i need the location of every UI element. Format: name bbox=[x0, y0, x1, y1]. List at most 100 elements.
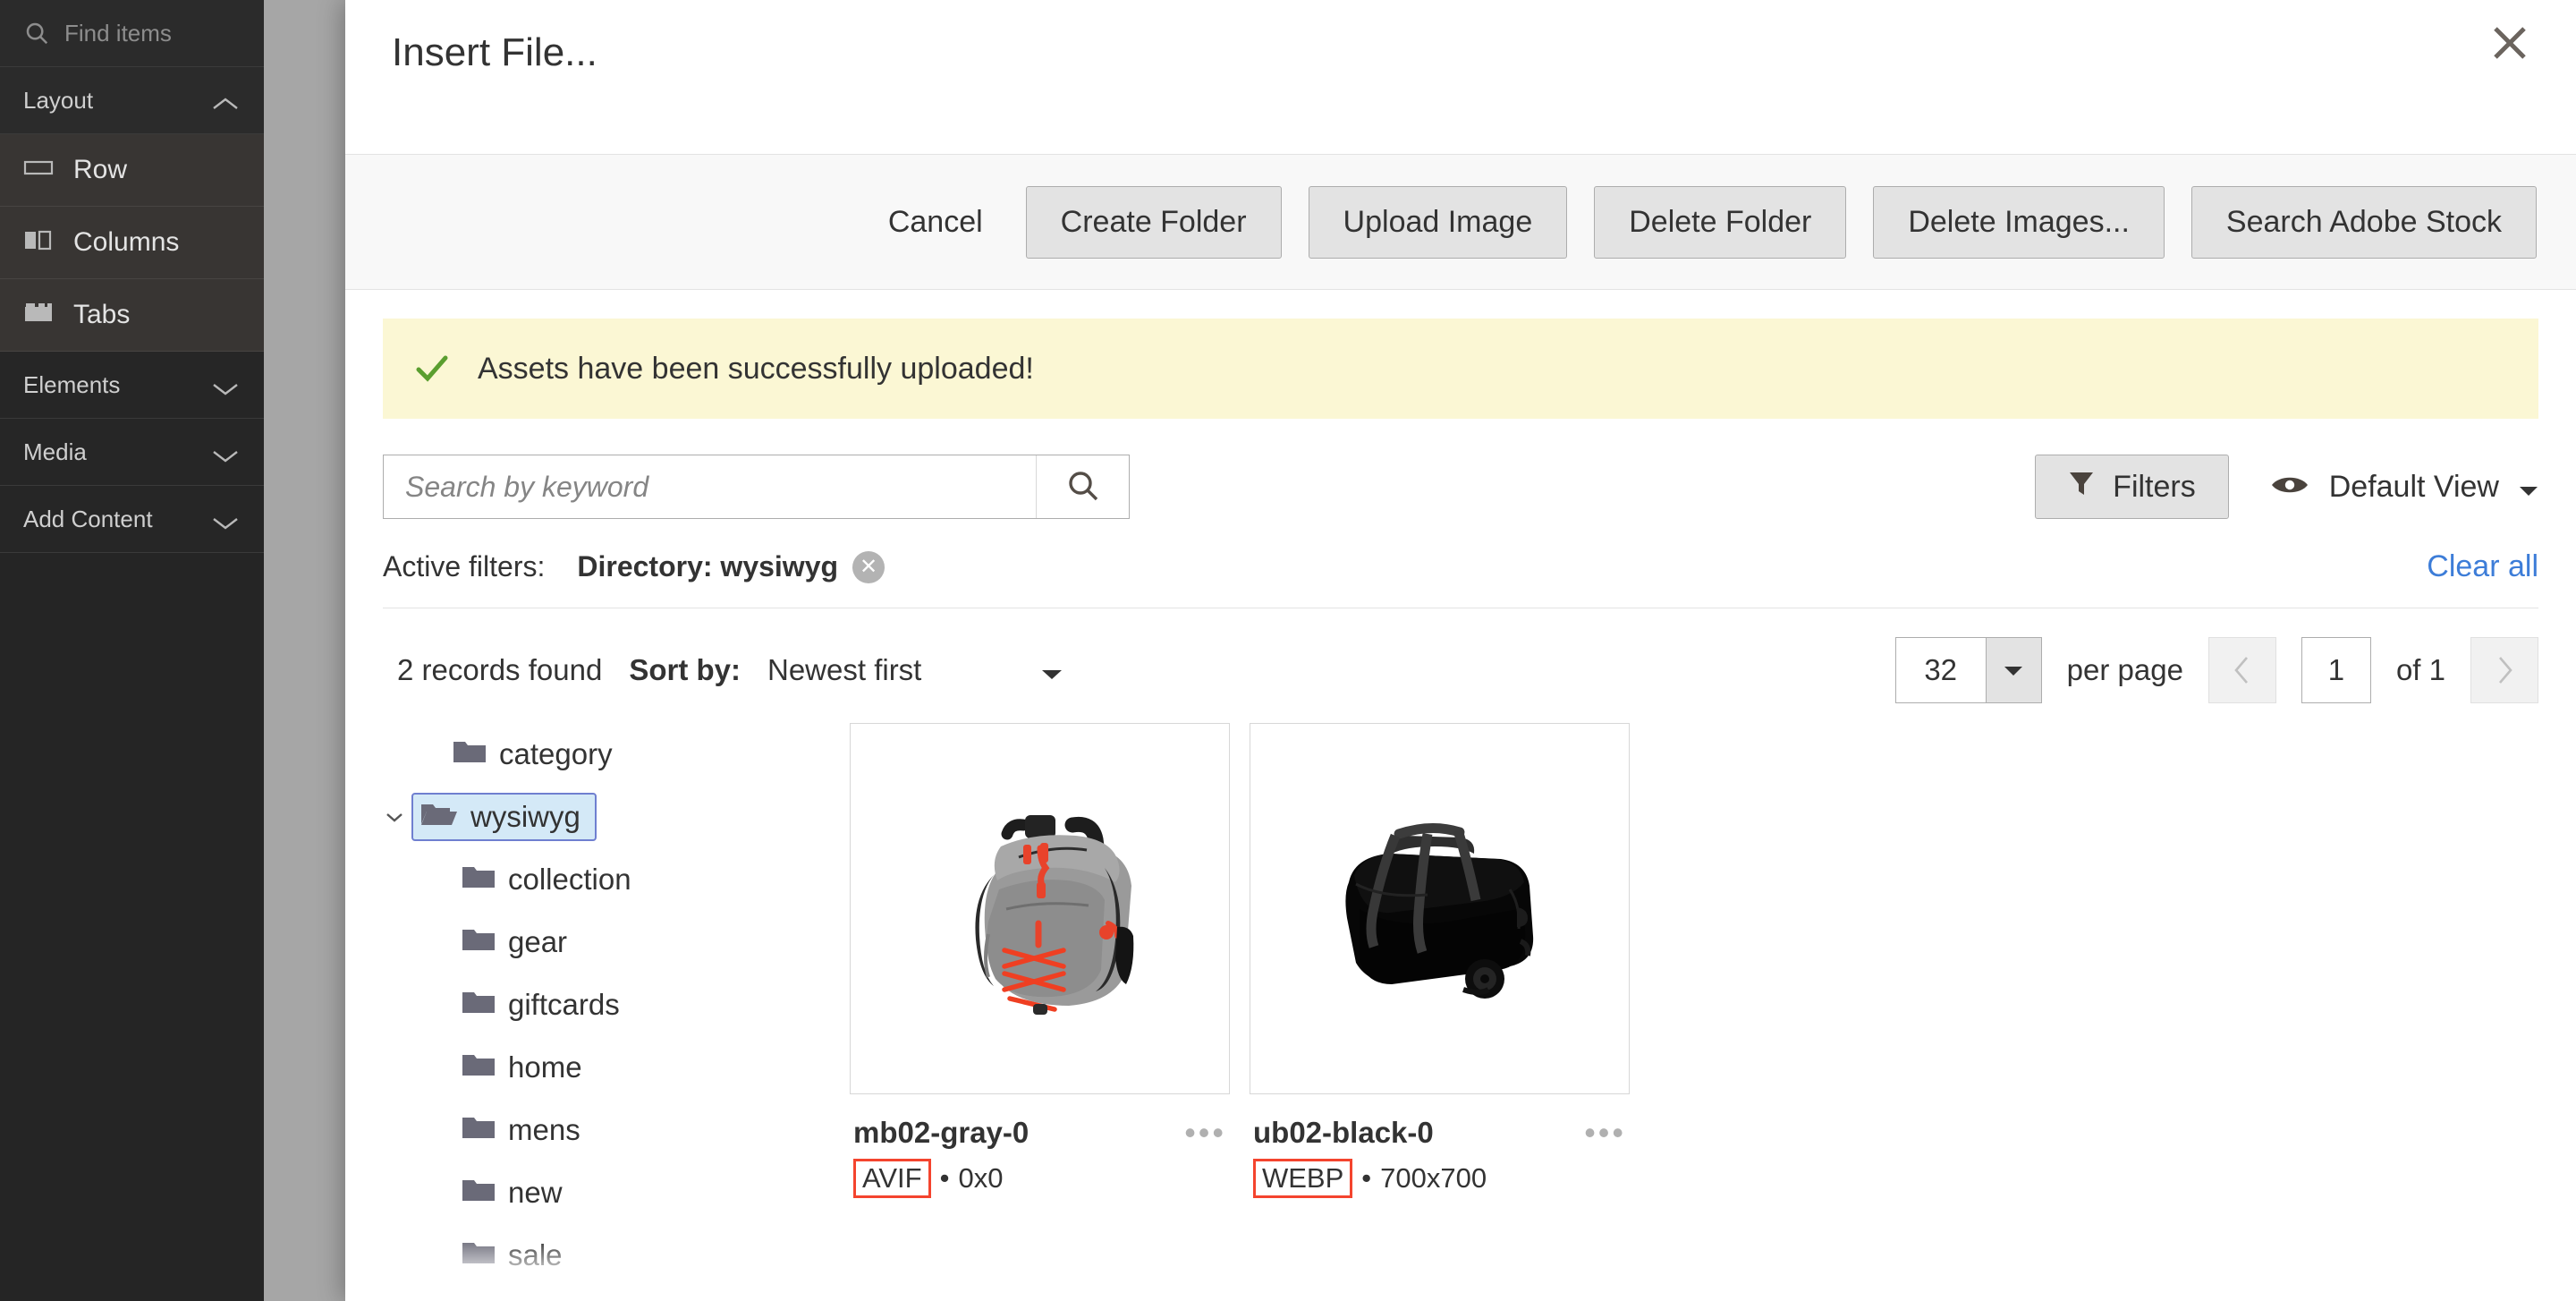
per-page-select[interactable]: 32 bbox=[1894, 637, 2042, 703]
delete-images-button[interactable]: Delete Images... bbox=[1873, 185, 2165, 259]
sidebar-group-label: Media bbox=[23, 438, 87, 465]
chevron-down-icon bbox=[1041, 653, 1063, 687]
tree-node-label: gear bbox=[508, 925, 568, 958]
asset-dimensions: 0x0 bbox=[958, 1161, 1004, 1194]
sidebar-group-elements[interactable]: Elements bbox=[0, 352, 264, 419]
tree-node-label: collection bbox=[508, 863, 631, 896]
sidebar-item-tabs[interactable]: Tabs bbox=[0, 279, 264, 352]
tree-node-category[interactable]: category bbox=[377, 723, 837, 786]
tree-node-inner: collection bbox=[454, 857, 646, 902]
asset-format: AVIF bbox=[853, 1159, 931, 1198]
asset-subtitle: AVIF • 0x0 bbox=[853, 1159, 1226, 1198]
results-controls-row: 2 records found Sort by: Newest first 32… bbox=[383, 637, 2538, 703]
funnel-icon bbox=[2068, 469, 2095, 506]
chevron-down-icon[interactable] bbox=[1985, 638, 2041, 702]
tree-node-label: giftcards bbox=[508, 988, 620, 1021]
active-filters-left: Active filters: Directory: wysiwyg ✕ bbox=[383, 550, 886, 583]
search-adobe-stock-button[interactable]: Search Adobe Stock bbox=[2190, 185, 2537, 259]
tree-node-gear[interactable]: gear bbox=[377, 911, 837, 974]
tree-node-label: sale bbox=[508, 1238, 563, 1271]
page-number-input[interactable]: 1 bbox=[2301, 637, 2371, 703]
folder-icon bbox=[462, 988, 496, 1022]
page-total-label: of 1 bbox=[2395, 653, 2445, 686]
sidebar-group-label: Layout bbox=[23, 86, 94, 114]
search-input[interactable] bbox=[384, 455, 1036, 518]
sidebar-group-add-content[interactable]: Add Content bbox=[0, 486, 264, 553]
results-controls-left: 2 records found Sort by: Newest first bbox=[383, 653, 1063, 687]
tree-node-training[interactable]: training bbox=[377, 1287, 837, 1301]
asset-format: WEBP bbox=[1253, 1159, 1353, 1198]
prev-page-button[interactable] bbox=[2207, 637, 2276, 703]
sidebar-item-row[interactable]: Row bbox=[0, 134, 264, 207]
sidebar-group-media[interactable]: Media bbox=[0, 419, 264, 486]
sidebar-search[interactable]: Find items bbox=[0, 0, 264, 67]
asset-dimensions: 700x700 bbox=[1380, 1161, 1487, 1194]
success-message-text: Assets have been successfully uploaded! bbox=[478, 351, 1034, 386]
chevron-up-icon bbox=[210, 91, 241, 109]
clear-all-link[interactable]: Clear all bbox=[2427, 549, 2538, 584]
tree-node-sale[interactable]: sale bbox=[377, 1224, 837, 1287]
tree-node-inner: home bbox=[454, 1045, 597, 1090]
close-circle-icon[interactable]: ✕ bbox=[852, 550, 886, 583]
tree-node-inner: mens bbox=[454, 1108, 595, 1152]
per-page-value: 32 bbox=[1895, 638, 1986, 702]
tree-node-home[interactable]: home bbox=[377, 1036, 837, 1099]
insert-file-modal: Insert File... Cancel Create Folder Uplo… bbox=[345, 0, 2576, 1301]
tree-node-inner: sale bbox=[454, 1233, 577, 1278]
tree-node-label: home bbox=[508, 1050, 582, 1084]
tree-node-label: category bbox=[499, 737, 613, 770]
tree-node-wysiwyg[interactable]: wysiwyg bbox=[377, 786, 837, 848]
search-icon bbox=[23, 20, 50, 47]
filters-button[interactable]: Filters bbox=[2035, 455, 2229, 519]
view-select[interactable]: Default View bbox=[2270, 470, 2538, 505]
chevron-down-icon bbox=[210, 376, 241, 395]
sort-select[interactable]: Newest first bbox=[767, 653, 1063, 687]
tree-node-label: new bbox=[508, 1176, 563, 1209]
search-submit-button[interactable] bbox=[1036, 455, 1129, 518]
search-box bbox=[383, 455, 1130, 519]
asset-card: ub02-black-0 ••• WEBP • 700x700 bbox=[1250, 723, 1630, 1198]
sidebar-group-label: Elements bbox=[23, 370, 121, 398]
folder-icon bbox=[462, 1050, 496, 1084]
tree-node-label: mens bbox=[508, 1113, 580, 1146]
sidebar-group-layout[interactable]: Layout bbox=[0, 67, 264, 134]
upload-image-button[interactable]: Upload Image bbox=[1308, 185, 1568, 259]
tree-node-collection[interactable]: collection bbox=[377, 848, 837, 911]
next-page-button[interactable] bbox=[2470, 637, 2538, 703]
sidebar-item-label: Row bbox=[73, 155, 128, 184]
tree-node-giftcards[interactable]: giftcards bbox=[377, 974, 837, 1036]
sidebar-item-label: Tabs bbox=[73, 300, 131, 329]
asset-name: ub02-black-0 bbox=[1253, 1116, 1434, 1149]
sidebar-item-columns[interactable]: Columns bbox=[0, 207, 264, 279]
folder-icon bbox=[462, 1113, 496, 1147]
tree-node-mens[interactable]: mens bbox=[377, 1099, 837, 1161]
asset-grid: mb02-gray-0 ••• AVIF • 0x0 ub02-black-0 … bbox=[837, 723, 2576, 1301]
asset-thumbnail[interactable] bbox=[850, 723, 1230, 1094]
sort-select-value: Newest first bbox=[767, 653, 922, 686]
folder-open-icon bbox=[420, 800, 458, 834]
asset-subtitle: WEBP • 700x700 bbox=[1253, 1159, 1626, 1198]
tree-node-new[interactable]: new bbox=[377, 1161, 837, 1224]
more-options-icon[interactable]: ••• bbox=[1184, 1114, 1226, 1152]
search-row: Filters Default View bbox=[383, 455, 2538, 519]
checkmark-icon bbox=[413, 350, 451, 387]
asset-thumbnail[interactable] bbox=[1250, 723, 1630, 1094]
create-folder-button[interactable]: Create Folder bbox=[1025, 185, 1282, 259]
asset-meta: ub02-black-0 ••• WEBP • 700x700 bbox=[1250, 1114, 1630, 1198]
sidebar-search-placeholder: Find items bbox=[64, 19, 172, 47]
chevron-down-icon[interactable] bbox=[377, 810, 411, 824]
modal-header: Insert File... bbox=[345, 0, 2576, 154]
cancel-button[interactable]: Cancel bbox=[872, 196, 999, 249]
gray-backpack-image bbox=[905, 774, 1174, 1043]
delete-folder-button[interactable]: Delete Folder bbox=[1594, 185, 1847, 259]
tree-node-inner: wysiwyg bbox=[411, 793, 597, 841]
asset-name: mb02-gray-0 bbox=[853, 1116, 1030, 1149]
more-options-icon[interactable]: ••• bbox=[1584, 1114, 1626, 1152]
active-filters-label: Active filters: bbox=[383, 550, 546, 582]
view-select-label: Default View bbox=[2328, 469, 2499, 504]
asset-separator: • bbox=[1361, 1161, 1372, 1194]
modal-toolbar: Cancel Create Folder Upload Image Delete… bbox=[345, 154, 2576, 290]
chevron-down-icon bbox=[210, 510, 241, 530]
close-icon[interactable] bbox=[2481, 14, 2538, 72]
folder-icon bbox=[462, 1176, 496, 1210]
